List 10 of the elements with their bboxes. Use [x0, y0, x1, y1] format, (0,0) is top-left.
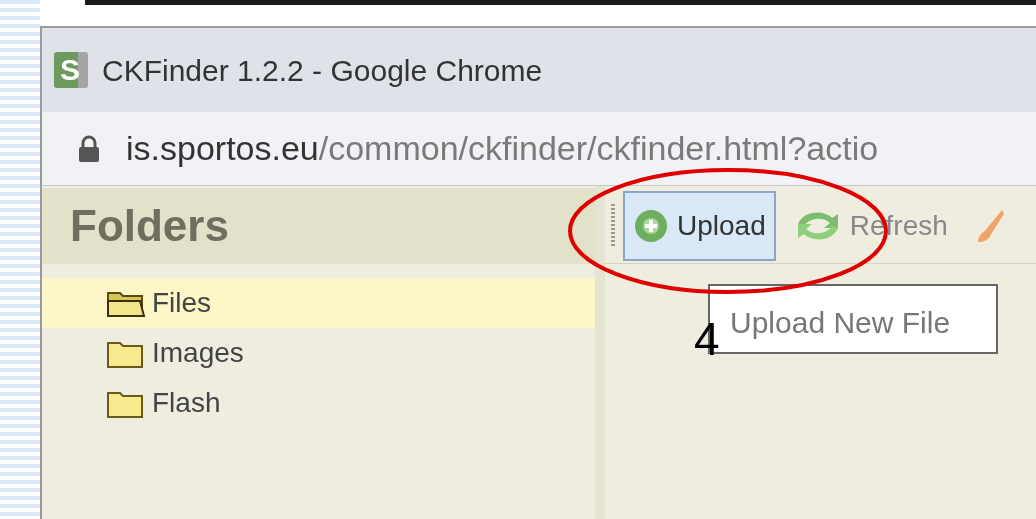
window-title: CKFinder 1.2.2 - Google Chrome	[102, 52, 543, 89]
lock-icon	[78, 134, 100, 163]
toolbar-grip[interactable]	[611, 203, 615, 248]
toolbar-button[interactable]: Upload	[623, 190, 776, 261]
folder-item[interactable]: Images	[42, 328, 595, 378]
site-favicon: S	[54, 52, 88, 88]
add-icon	[633, 207, 669, 244]
folders-heading: Folders	[70, 200, 229, 252]
folder-item[interactable]: Files	[42, 278, 595, 328]
folder-item[interactable]: Flash	[42, 378, 595, 428]
